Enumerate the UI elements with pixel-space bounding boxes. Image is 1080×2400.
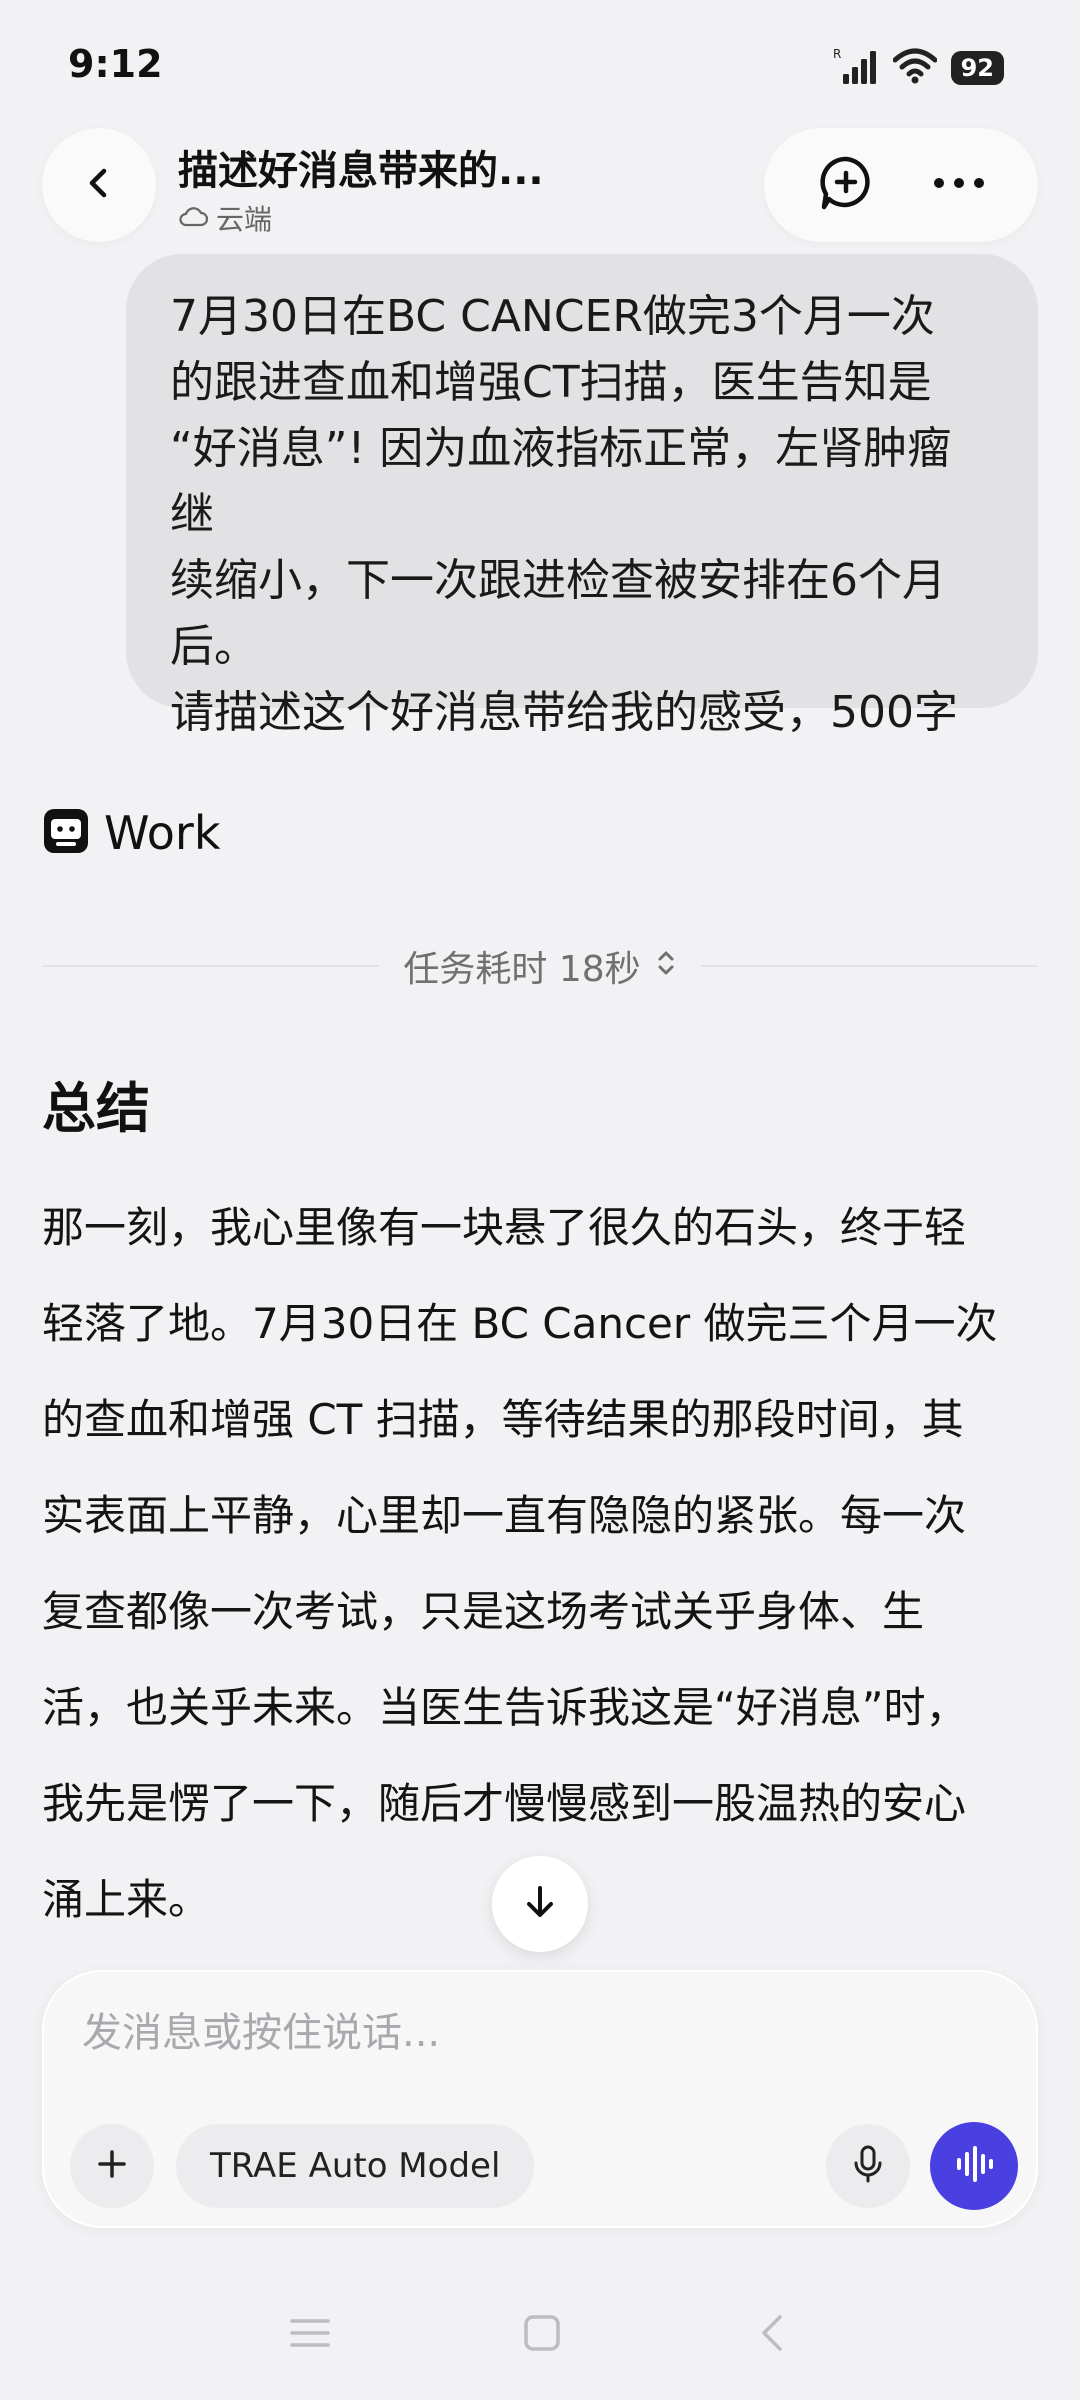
divider-line xyxy=(42,965,380,967)
arrow-down-icon xyxy=(520,1882,560,1926)
more-options-button[interactable] xyxy=(931,173,987,197)
back-nav-button[interactable] xyxy=(752,2313,792,2357)
task-duration-divider: 任务耗时 18秒 xyxy=(42,938,1039,994)
summary-line: 轻落了地。7月30日在 BC Cancer 做完三个月一次 xyxy=(42,1299,998,1348)
chevron-left-icon xyxy=(79,163,119,207)
cloud-icon xyxy=(178,202,209,235)
divider-line xyxy=(700,965,1039,967)
status-bar: 9:12 R 92 xyxy=(0,0,1080,130)
message-input[interactable] xyxy=(82,2010,982,2056)
system-navigation-bar xyxy=(0,2290,1080,2380)
signal-roaming-label: R xyxy=(833,47,841,61)
user-message-line: 的跟进查血和增强CT扫描，医生告知是 xyxy=(170,357,932,408)
sound-wave-icon xyxy=(953,2144,995,2188)
summary-body: 那一刻，我心里像有一块悬了很久的石头，终于轻 轻落了地。7月30日在 BC Ca… xyxy=(42,1180,1042,1948)
task-duration-toggle[interactable]: 任务耗时 18秒 xyxy=(379,940,700,992)
back-nav-icon xyxy=(762,2315,782,2351)
task-duration-label: 任务耗时 18秒 xyxy=(403,949,641,990)
home-nav-button[interactable] xyxy=(522,2313,562,2357)
microphone-button[interactable] xyxy=(826,2124,910,2208)
user-message-line: 后。 xyxy=(170,621,258,672)
signal-icon: R xyxy=(833,46,879,90)
subtitle-label: 云端 xyxy=(216,203,273,236)
microphone-icon xyxy=(850,2144,886,2188)
plus-icon xyxy=(94,2146,130,2186)
summary-heading: 总结 xyxy=(42,1077,150,1140)
summary-line: 实表面上平静，心里却一直有隐隐的紧张。每一次 xyxy=(42,1491,967,1540)
new-chat-button[interactable] xyxy=(816,153,876,217)
status-icons: R 92 xyxy=(833,46,1004,90)
more-icon xyxy=(933,178,984,188)
scroll-to-bottom-button[interactable] xyxy=(492,1856,588,1952)
summary-line: 活，也关乎未来。当医生告诉我这是“好消息”时， xyxy=(42,1683,968,1732)
battery-indicator: 92 xyxy=(950,51,1004,85)
summary-line: 复查都像一次考试，只是这场考试关乎身体、生 xyxy=(42,1587,925,1636)
conversation-title: 描述好消息带来的... xyxy=(178,148,544,194)
summary-line: 那一刻，我心里像有一块悬了很久的石头，终于轻 xyxy=(42,1203,967,1252)
conversation-subtitle: 云端 xyxy=(178,198,272,238)
voice-mode-button[interactable] xyxy=(930,2122,1018,2210)
user-message-bubble[interactable]: 7月30日在BC CANCER做完3个月一次 的跟进查血和增强CT扫描，医生告知… xyxy=(126,254,1038,738)
agent-name: Work xyxy=(104,806,221,860)
user-message-line: 请描述这个好消息带给我的感受，500字 xyxy=(170,687,958,738)
user-message-line: 7月30日在BC CANCER做完3个月一次 xyxy=(170,291,935,342)
menu-icon xyxy=(290,2319,330,2347)
summary-line: 的查血和增强 CT 扫描，等待结果的那段时间，其 xyxy=(42,1395,964,1444)
add-attachment-button[interactable] xyxy=(70,2124,154,2208)
user-message-line: “好消息”! 因为血液指标正常，左肾肿瘤继 xyxy=(170,423,952,540)
work-agent-icon xyxy=(42,807,90,859)
header-actions xyxy=(764,128,1038,242)
status-time: 9:12 xyxy=(68,42,163,86)
summary-line: 我先是愣了一下，随后才慢慢感到一股温热的安心 xyxy=(42,1779,967,1828)
menu-nav-button[interactable] xyxy=(288,2313,332,2357)
user-message-line: 续缩小，下一次跟进检查被安排在6个月 xyxy=(170,555,946,606)
expand-collapse-icon xyxy=(655,946,677,987)
wifi-icon xyxy=(892,48,938,88)
model-selector[interactable]: TRAE Auto Model xyxy=(176,2124,535,2208)
back-button[interactable] xyxy=(42,128,156,242)
agent-label: Work xyxy=(42,806,220,860)
message-composer: TRAE Auto Model xyxy=(42,1970,1038,2228)
home-icon xyxy=(524,2315,560,2351)
new-chat-icon xyxy=(819,156,870,210)
